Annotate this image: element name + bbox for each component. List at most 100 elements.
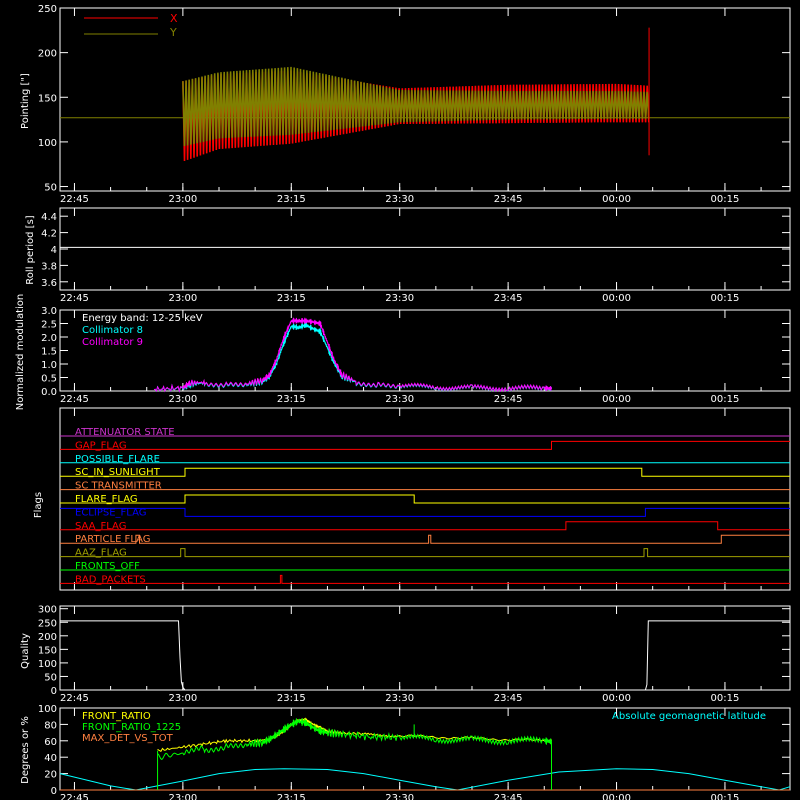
modulation-legend-c8: Collimator 8 [82, 325, 143, 336]
x-tick-label-1-2: 23:15 [277, 293, 306, 304]
y-tick-label-4-1: 50 [44, 672, 57, 683]
y-tick-label-2-6: 3.0 [41, 306, 57, 317]
y-tick-label-4-5: 250 [38, 618, 57, 629]
flag-line-3 [60, 467, 790, 477]
panel-frame-1 [59, 207, 791, 291]
x-tick-label-0-2: 23:15 [277, 194, 306, 205]
panel-ratios: Degrees or % FRONT_RATIO FRONT_RATIO_122… [20, 711, 766, 784]
x-tick-label-2-1: 23:00 [168, 394, 197, 405]
ratios-latitude-label: Absolute geomagnetic latitude [612, 711, 766, 722]
panel-roll-period: Roll period [s] [25, 215, 36, 284]
flag-label-11: BAD_PACKETS [75, 574, 146, 585]
y-tick-label-4-2: 100 [38, 659, 57, 670]
x-tick-label-5-1: 23:00 [168, 793, 197, 800]
y-tick-label-5-5: 100 [38, 704, 57, 715]
x-tick-label-5-3: 23:30 [385, 793, 414, 800]
pointing-legend-x-label: X [170, 12, 178, 25]
ratios-legend-max-det: MAX_DET_VS_TOT [82, 733, 174, 744]
x-tick-label-1-0: 22:45 [60, 293, 89, 304]
ratios-ylabel: Degrees or % [20, 716, 31, 784]
x-tick-label-4-4: 23:45 [494, 693, 523, 704]
x-tick-label-1-4: 23:45 [494, 293, 523, 304]
flag-label-0: ATTENUATOR STATE [75, 427, 175, 438]
panel-flags: Flags [33, 492, 44, 518]
x-tick-label-4-1: 23:00 [168, 693, 197, 704]
y-tick-label-5-4: 80 [44, 720, 57, 731]
y-tick-label-4-3: 150 [38, 645, 57, 656]
pointing-legend-y-label: Y [169, 26, 177, 39]
flag-label-5: FLARE_FLAG [75, 494, 138, 505]
flag-label-6: ECLIPSE_FLAG [75, 507, 146, 518]
flag-line-9 [60, 548, 790, 558]
flag-label-2: POSSIBLE_FLARE [75, 454, 160, 465]
flag-line-7 [60, 521, 790, 531]
x-tick-label-1-6: 00:15 [711, 293, 740, 304]
flag-label-10: FRONTS_OFF [75, 561, 140, 572]
quality-line [60, 620, 790, 691]
flag-line-8 [60, 534, 790, 544]
modulation-legend-c9: Collimator 9 [82, 337, 143, 348]
flag-label-3: SC_IN_SUNLIGHT [75, 467, 161, 478]
ratios-front-ratio [157, 717, 552, 752]
y-tick-label-0-3: 200 [38, 49, 57, 60]
flag-label-1: GAP_FLAG [75, 440, 127, 451]
x-tick-label-0-5: 00:00 [602, 194, 631, 205]
ratios-geomagnetic-latitude [59, 768, 791, 791]
x-tick-label-4-5: 00:00 [602, 693, 631, 704]
y-tick-label-0-1: 100 [38, 138, 57, 149]
y-tick-label-2-4: 2.0 [41, 333, 57, 344]
x-tick-label-0-6: 00:15 [711, 194, 740, 205]
y-tick-label-4-0: 0 [51, 686, 57, 697]
flag-line-5 [60, 494, 790, 504]
panel-frame-4 [59, 605, 791, 691]
x-tick-label-1-5: 00:00 [602, 293, 631, 304]
y-tick-label-2-0: 0.0 [41, 387, 57, 398]
y-tick-label-1-2: 4 [51, 245, 57, 256]
x-tick-label-2-5: 00:00 [602, 394, 631, 405]
y-tick-label-5-0: 0 [51, 786, 57, 797]
x-tick-label-4-6: 00:15 [711, 693, 740, 704]
x-tick-label-5-2: 23:15 [277, 793, 306, 800]
x-tick-label-4-3: 23:30 [385, 693, 414, 704]
x-tick-label-5-5: 00:00 [602, 793, 631, 800]
modulation-energy-band: Energy band: 12-25 keV [82, 313, 203, 324]
y-tick-label-5-3: 60 [44, 737, 57, 748]
panel-quality: Quality [20, 633, 31, 669]
y-tick-label-2-2: 1.0 [41, 360, 57, 371]
x-tick-label-5-4: 23:45 [494, 793, 523, 800]
lightcurve-figure: Pointing ["] X Y Roll period [s] Normali… [15, 4, 791, 800]
x-tick-label-4-0: 22:45 [60, 693, 89, 704]
x-tick-label-5-6: 00:15 [711, 793, 740, 800]
x-tick-label-2-0: 22:45 [60, 394, 89, 405]
modulation-collimator-9 [153, 317, 552, 393]
y-tick-label-5-1: 20 [44, 770, 57, 781]
panel-pointing: Pointing ["] X Y [20, 12, 178, 129]
y-tick-label-0-4: 250 [38, 4, 57, 15]
x-tick-label-2-4: 23:45 [494, 394, 523, 405]
modulation-ylabel: Normalized modulation [15, 294, 26, 411]
y-tick-label-1-4: 4.4 [41, 212, 57, 223]
ratios-legend-front-ratio: FRONT_RATIO [82, 711, 151, 722]
x-tick-label-2-2: 23:15 [277, 394, 306, 405]
x-tick-label-4-2: 23:15 [277, 693, 306, 704]
y-tick-label-0-2: 150 [38, 93, 57, 104]
y-tick-label-0-0: 50 [44, 183, 57, 194]
y-tick-label-1-0: 3.6 [41, 278, 57, 289]
x-tick-label-2-3: 23:30 [385, 394, 414, 405]
y-tick-label-2-1: 0.5 [41, 374, 57, 385]
flag-label-8: PARTICLE FLAG [75, 534, 151, 545]
y-tick-label-2-5: 2.5 [41, 320, 57, 331]
y-tick-label-2-3: 1.5 [41, 347, 57, 358]
flag-line-11 [60, 574, 790, 584]
y-tick-label-1-1: 3.8 [41, 261, 57, 272]
pointing-ylabel: Pointing ["] [20, 73, 31, 129]
x-tick-label-0-0: 22:45 [60, 194, 89, 205]
x-tick-label-1-3: 23:30 [385, 293, 414, 304]
flag-label-9: AAZ_FLAG [75, 548, 127, 559]
flags-ylabel: Flags [33, 492, 44, 518]
x-tick-label-0-1: 23:00 [168, 194, 197, 205]
roll-period-ylabel: Roll period [s] [25, 215, 36, 284]
flag-label-7: SAA_FLAG [75, 521, 126, 532]
ratios-legend-front-ratio-1225: FRONT_RATIO_1225 [82, 722, 181, 733]
x-tick-label-1-1: 23:00 [168, 293, 197, 304]
